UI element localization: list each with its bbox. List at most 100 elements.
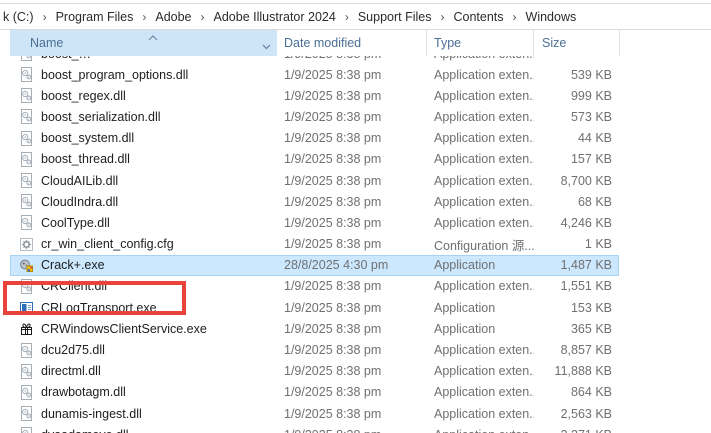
file-date-modified: 1/9/2025 8:38 pm bbox=[277, 174, 427, 188]
table-row[interactable]: dvaadameve.dll 1/9/2025 8:38 pm Applicat… bbox=[10, 424, 619, 433]
file-name-cell: directml.dll bbox=[10, 364, 277, 379]
column-header-name[interactable]: Name bbox=[10, 30, 277, 56]
dll-icon bbox=[19, 194, 34, 209]
file-date-modified: 1/9/2025 8:38 pm bbox=[277, 216, 427, 230]
file-name: dvaadameve.dll bbox=[41, 428, 129, 433]
dll-icon bbox=[19, 67, 34, 82]
breadcrumb-item[interactable]: Program Files bbox=[54, 7, 136, 27]
column-header-spacer bbox=[612, 30, 620, 56]
file-size: 573 KB bbox=[534, 110, 612, 124]
table-row[interactable]: boost_system.dll 1/9/2025 8:38 pm Applic… bbox=[10, 128, 619, 149]
table-row[interactable]: cr_win_client_config.cfg 1/9/2025 8:38 p… bbox=[10, 234, 619, 255]
file-type: Application exten... bbox=[427, 56, 534, 61]
table-row[interactable]: CloudAILib.dll 1/9/2025 8:38 pm Applicat… bbox=[10, 170, 619, 191]
file-type: Application exten... bbox=[427, 364, 534, 378]
column-header-size-label: Size bbox=[542, 36, 566, 50]
file-name: boost_regex.dll bbox=[41, 89, 126, 103]
file-name: cr_win_client_config.cfg bbox=[41, 237, 174, 251]
breadcrumb-item[interactable]: Contents bbox=[451, 7, 505, 27]
file-name-cell: CoolType.dll bbox=[10, 215, 277, 230]
file-size: 864 KB bbox=[534, 385, 612, 399]
file-size: 4,246 KB bbox=[534, 216, 612, 230]
cfg-icon bbox=[19, 237, 34, 252]
breadcrumb: k (C:)›Program Files›Adobe›Adobe Illustr… bbox=[0, 3, 711, 30]
file-name-cell: dvaadameve.dll bbox=[10, 427, 277, 433]
file-date-modified: 1/9/2025 8:38 pm bbox=[277, 152, 427, 166]
table-row[interactable]: boost_program_options.dll 1/9/2025 8:38 … bbox=[10, 64, 619, 85]
file-size: 539 KB bbox=[534, 68, 612, 82]
table-row[interactable]: Crack+.exe 28/8/2025 4:30 pm Application… bbox=[10, 255, 619, 276]
file-type: Application exten... bbox=[427, 279, 534, 293]
file-list: Name Date modified Type Size boost_… 1/9… bbox=[0, 30, 711, 433]
file-type: Configuration 源... bbox=[427, 235, 534, 254]
file-date-modified: 1/9/2025 8:38 pm bbox=[277, 89, 427, 103]
table-row[interactable]: boost_thread.dll 1/9/2025 8:38 pm Applic… bbox=[10, 149, 619, 170]
chevron-down-icon[interactable] bbox=[262, 39, 271, 53]
file-name-cell: CRWindowsClientService.exe bbox=[10, 321, 277, 336]
table-row[interactable]: CRClient.dll 1/9/2025 8:38 pm Applicatio… bbox=[10, 276, 619, 297]
partially-visible-row: boost_… 1/9/2025 8:38 pm Application ext… bbox=[0, 56, 711, 64]
table-row[interactable]: dcu2d75.dll 1/9/2025 8:38 pm Application… bbox=[10, 339, 619, 360]
table-row[interactable]: CRLogTransport.exe 1/9/2025 8:38 pm Appl… bbox=[10, 297, 619, 318]
file-date-modified: 1/9/2025 8:38 pm bbox=[277, 385, 427, 399]
file-name-cell: dcu2d75.dll bbox=[10, 343, 277, 358]
column-header-type[interactable]: Type bbox=[427, 30, 534, 56]
file-name-cell: boost_system.dll bbox=[10, 131, 277, 146]
gift-exe-icon bbox=[19, 321, 34, 336]
dll-icon bbox=[19, 152, 34, 167]
file-name-cell: Crack+.exe bbox=[10, 258, 277, 273]
file-type: Application bbox=[427, 322, 534, 336]
file-size: 153 KB bbox=[534, 301, 612, 315]
file-size: 68 KB bbox=[534, 195, 612, 209]
breadcrumb-item[interactable]: Support Files bbox=[356, 7, 434, 27]
file-date-modified: 1/9/2025 8:38 pm bbox=[277, 428, 427, 433]
breadcrumb-item[interactable]: Adobe Illustrator 2024 bbox=[212, 7, 338, 27]
column-header-size[interactable]: Size bbox=[534, 30, 612, 56]
file-date-modified: 1/9/2025 8:38 pm bbox=[277, 110, 427, 124]
table-row[interactable]: boost_serialization.dll 1/9/2025 8:38 pm… bbox=[10, 106, 619, 127]
table-row[interactable]: CRWindowsClientService.exe 1/9/2025 8:38… bbox=[10, 318, 619, 339]
dll-icon bbox=[19, 364, 34, 379]
file-name-cell: CRClient.dll bbox=[10, 279, 277, 294]
dll-icon bbox=[19, 109, 34, 124]
file-type: Application exten... bbox=[427, 428, 534, 433]
file-name-cell: boost_regex.dll bbox=[10, 88, 277, 103]
file-type: Application exten... bbox=[427, 110, 534, 124]
breadcrumb-separator-icon: › bbox=[135, 10, 153, 24]
file-name-cell: cr_win_client_config.cfg bbox=[10, 237, 277, 252]
file-date-modified: 1/9/2025 8:38 pm bbox=[277, 343, 427, 357]
file-name-cell: dunamis-ingest.dll bbox=[10, 406, 277, 421]
file-name-cell: drawbotagm.dll bbox=[10, 385, 277, 400]
file-date-modified: 1/9/2025 8:38 pm bbox=[277, 68, 427, 82]
file-name-cell: boost_program_options.dll bbox=[10, 67, 277, 82]
file-name: CRLogTransport.exe bbox=[41, 301, 157, 315]
table-row[interactable]: dunamis-ingest.dll 1/9/2025 8:38 pm Appl… bbox=[10, 403, 619, 424]
file-name: boost_thread.dll bbox=[41, 152, 130, 166]
column-header-name-label: Name bbox=[30, 36, 63, 50]
file-type: Application exten... bbox=[427, 195, 534, 209]
breadcrumb-item[interactable]: Adobe bbox=[153, 7, 193, 27]
file-type: Application bbox=[427, 301, 534, 315]
table-row[interactable]: CoolType.dll 1/9/2025 8:38 pm Applicatio… bbox=[10, 212, 619, 233]
table-row[interactable]: boost_regex.dll 1/9/2025 8:38 pm Applica… bbox=[10, 85, 619, 106]
file-name: boost_serialization.dll bbox=[41, 110, 161, 124]
file-name-cell: CloudAILib.dll bbox=[10, 173, 277, 188]
column-header-date-modified[interactable]: Date modified bbox=[277, 30, 427, 56]
file-type: Application exten... bbox=[427, 174, 534, 188]
file-name: CoolType.dll bbox=[41, 216, 110, 230]
file-name: dcu2d75.dll bbox=[41, 343, 105, 357]
table-row[interactable]: drawbotagm.dll 1/9/2025 8:38 pm Applicat… bbox=[10, 382, 619, 403]
column-header-date-label: Date modified bbox=[284, 36, 361, 50]
table-row[interactable]: boost_… 1/9/2025 8:38 pm Application ext… bbox=[10, 56, 619, 64]
file-name: CloudAILib.dll bbox=[41, 174, 118, 188]
dll-icon bbox=[19, 385, 34, 400]
window-exe-icon bbox=[19, 300, 34, 315]
file-date-modified: 1/9/2025 8:38 pm bbox=[277, 237, 427, 251]
dll-icon bbox=[19, 215, 34, 230]
breadcrumb-item[interactable]: k (C:) bbox=[1, 7, 36, 27]
table-row[interactable]: directml.dll 1/9/2025 8:38 pm Applicatio… bbox=[10, 361, 619, 382]
breadcrumb-item[interactable]: Windows bbox=[524, 7, 579, 27]
file-size: 1,487 KB bbox=[534, 258, 612, 272]
table-row[interactable]: CloudIndra.dll 1/9/2025 8:38 pm Applicat… bbox=[10, 191, 619, 212]
dll-icon bbox=[19, 406, 34, 421]
